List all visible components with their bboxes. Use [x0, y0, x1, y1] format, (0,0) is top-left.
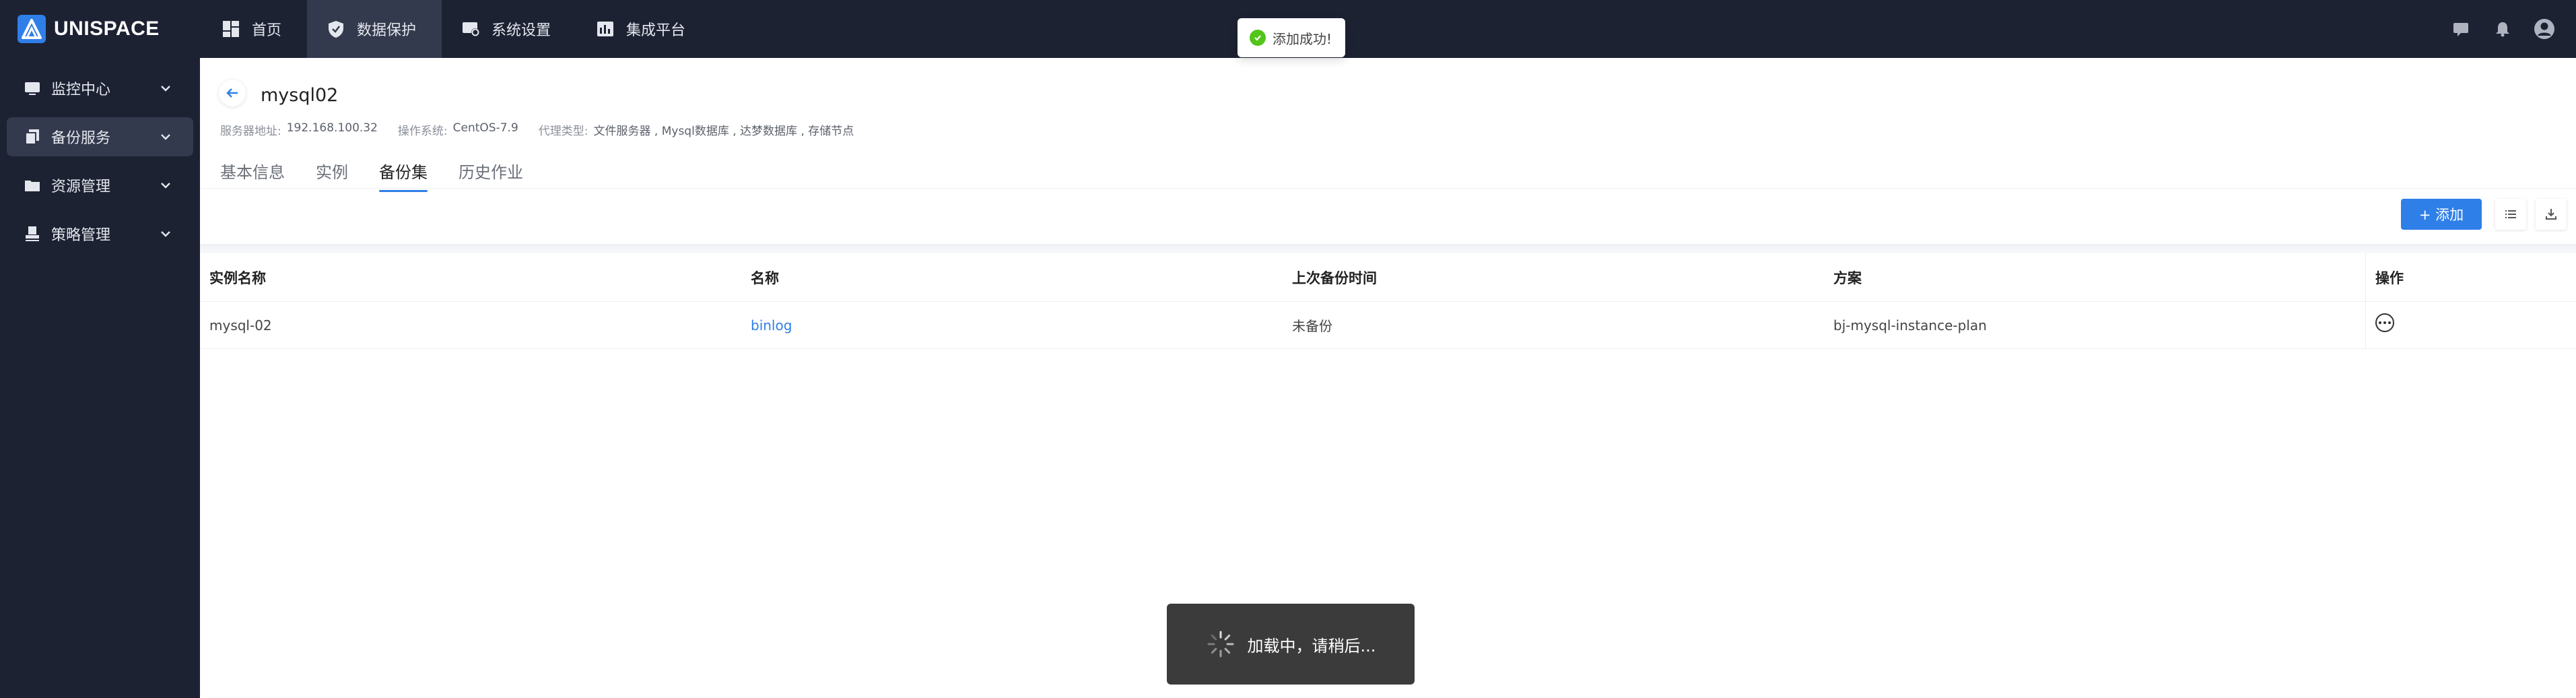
bell-icon[interactable] — [2491, 18, 2514, 40]
tab-instance[interactable]: 实例 — [316, 159, 348, 192]
chevron-down-icon[interactable] — [158, 178, 173, 193]
loading-indicator: 加载中，请稍后... — [1167, 604, 1415, 685]
table-row: mysql-02 binlog 未备份 bj-mysql-instance-pl… — [200, 302, 2576, 349]
sidebar-item-policy-management[interactable]: 策略管理 — [7, 214, 193, 253]
topnav-item-system-settings[interactable]: 系统设置 — [442, 0, 576, 58]
sidebar-item-label: 监控中心 — [51, 82, 111, 98]
top-right-actions — [2431, 0, 2556, 58]
settings-icon — [461, 19, 481, 39]
sidebar-item-backup-service[interactable]: 备份服务 — [7, 117, 193, 156]
user-avatar-icon[interactable] — [2533, 18, 2556, 40]
tab-basic-info[interactable]: 基本信息 — [220, 159, 285, 192]
success-toast: 添加成功! — [1238, 18, 1345, 57]
back-button[interactable] — [219, 80, 246, 106]
sidebar-item-label: 资源管理 — [51, 179, 111, 195]
tab-history-jobs[interactable]: 历史作业 — [459, 159, 523, 192]
logo[interactable]: UNISPACE — [18, 13, 160, 44]
sidebar-item-label: 策略管理 — [51, 227, 111, 244]
dashboard-icon — [221, 19, 241, 39]
section-divider — [200, 244, 2576, 253]
sidebar-item-resource-management[interactable]: 资源管理 — [7, 166, 193, 205]
chevron-down-icon[interactable] — [158, 81, 173, 96]
cell-name-link[interactable]: binlog — [751, 317, 792, 334]
column-header-instance-name[interactable]: 实例名称 — [200, 267, 741, 288]
message-icon[interactable] — [2449, 18, 2472, 40]
chevron-down-icon[interactable] — [158, 129, 173, 144]
cell-plan: bj-mysql-instance-plan — [1833, 317, 1987, 334]
download-icon — [2546, 209, 2556, 220]
main-content: mysql02 服务器地址: 192.168.100.32 操作系统: Cent… — [200, 58, 2576, 698]
topnav-item-integration[interactable]: 集成平台 — [576, 0, 711, 58]
toast-text: 添加成功! — [1273, 30, 1332, 47]
list-view-button[interactable] — [2495, 199, 2526, 230]
add-button[interactable]: + 添加 — [2401, 199, 2482, 230]
top-nav: 首页 数据保护 系统设置 集成平台 — [202, 0, 711, 58]
column-header-actions: 操作 — [2365, 253, 2576, 301]
folder-icon — [23, 176, 42, 195]
meta-value-server-address: 192.168.100.32 — [286, 121, 378, 135]
monitor-icon — [23, 79, 42, 98]
page-title: mysql02 — [261, 85, 339, 106]
topnav-label: 集成平台 — [626, 22, 686, 39]
export-button[interactable] — [2536, 199, 2567, 230]
cell-last-backup-time: 未备份 — [1292, 318, 1332, 334]
table-toolbar: + 添加 — [200, 189, 2576, 239]
shield-icon — [326, 19, 346, 39]
spinner-icon — [1207, 631, 1234, 658]
app-name: UNISPACE — [54, 18, 160, 40]
column-header-actions-label: 操作 — [2375, 269, 2404, 286]
meta-value-os: CentOS-7.9 — [452, 121, 518, 135]
topnav-item-home[interactable]: 首页 — [202, 0, 307, 58]
topnav-item-data-protection[interactable]: 数据保护 — [307, 0, 442, 58]
meta-key: 操作系统: — [397, 125, 448, 138]
list-icon — [2505, 210, 2516, 218]
tab-backup-set[interactable]: 备份集 — [379, 159, 428, 192]
meta-value-agent-type: 文件服务器 , Mysql数据库 , 达梦数据库 , 存储节点 — [593, 125, 854, 138]
arrow-left-icon — [226, 88, 238, 98]
sidebar-item-label: 备份服务 — [51, 130, 111, 147]
server-meta: 服务器地址: 192.168.100.32 操作系统: CentOS-7.9 代… — [220, 121, 874, 138]
sidebar-item-monitor-center[interactable]: 监控中心 — [7, 69, 193, 108]
column-header-plan[interactable]: 方案 — [1824, 267, 2365, 288]
sidebar: 监控中心 备份服务 资源管理 策略管理 — [0, 58, 200, 698]
topnav-label: 数据保护 — [357, 22, 417, 39]
topnav-label: 系统设置 — [492, 22, 551, 39]
meta-key: 代理类型: — [538, 125, 588, 138]
column-header-name[interactable]: 名称 — [741, 267, 1283, 288]
chart-icon — [595, 19, 615, 39]
meta-key: 服务器地址: — [220, 125, 281, 138]
more-actions-icon[interactable] — [2375, 313, 2394, 332]
backup-set-table: 实例名称 名称 上次备份时间 方案 操作 mysql-02 binlog 未备份… — [200, 253, 2576, 349]
column-header-last-backup-time[interactable]: 上次备份时间 — [1283, 267, 1824, 288]
loading-text: 加载中，请稍后... — [1247, 636, 1376, 656]
cell-instance-name: mysql-02 — [209, 317, 272, 334]
topnav-label: 首页 — [252, 22, 282, 39]
table-header: 实例名称 名称 上次备份时间 方案 操作 — [200, 253, 2576, 302]
stamp-icon — [23, 224, 42, 243]
cell-actions — [2365, 302, 2576, 348]
detail-tabs: 基本信息 实例 备份集 历史作业 — [220, 159, 554, 192]
chevron-down-icon[interactable] — [158, 226, 173, 241]
unispace-logo-icon — [18, 15, 46, 43]
copy-icon — [23, 127, 42, 146]
check-circle-icon — [1250, 30, 1266, 46]
